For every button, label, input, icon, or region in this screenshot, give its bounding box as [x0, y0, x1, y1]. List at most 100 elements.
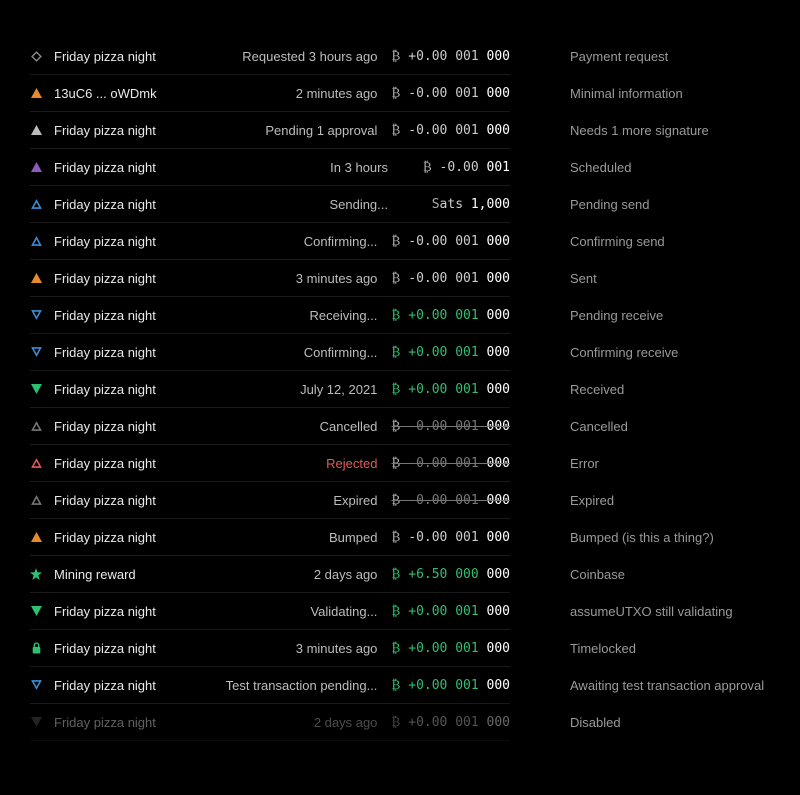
state-label: Needs 1 more signature	[570, 112, 780, 149]
transaction-amount: ₿ -0.00 001 000	[391, 270, 510, 286]
transaction-row[interactable]: Friday pizza nightCancelled₿ -0.00 001 0…	[30, 408, 510, 445]
transaction-title: Friday pizza night	[54, 715, 156, 730]
transaction-status: Sending...	[329, 197, 402, 212]
state-label: Received	[570, 371, 780, 408]
state-label: Confirming send	[570, 223, 780, 260]
transaction-row[interactable]: 13uC6 ... oWDmk 2 minutes ago₿ -0.00 001 …	[30, 75, 510, 112]
transaction-row[interactable]: Friday pizza night Rejected₿ -0.00 001 00…	[30, 445, 510, 482]
triangle-down-outline-icon	[30, 309, 42, 321]
state-label: Pending receive	[570, 297, 780, 334]
state-label: Awaiting test transaction approval	[570, 667, 780, 704]
transaction-amount: ₿ +0.00 001 000	[391, 344, 510, 360]
state-label: Disabled	[570, 704, 780, 741]
transaction-amount: ₿ -0.00 001 000	[391, 455, 510, 471]
transaction-title: Friday pizza night	[54, 641, 156, 656]
transaction-title: Friday pizza night	[54, 456, 156, 471]
lock-icon	[30, 642, 42, 654]
transaction-status: Expired	[333, 493, 391, 508]
transaction-row[interactable]: Friday pizza night Sending...Sats 1,000	[30, 186, 510, 223]
transaction-status: Receiving...	[310, 308, 392, 323]
triangle-up-outline-icon	[30, 494, 42, 506]
transaction-title: Friday pizza night	[54, 234, 156, 249]
triangle-up-icon	[30, 272, 42, 284]
triangle-up-icon	[30, 531, 42, 543]
transaction-row[interactable]: Friday pizza night Expired₿ -0.00 001 000	[30, 482, 510, 519]
transaction-row[interactable]: Friday pizza night Receiving...₿ +0.00 00…	[30, 297, 510, 334]
triangle-down-icon	[30, 383, 42, 395]
transaction-amount: ₿ -0.00 001 000	[391, 492, 510, 508]
state-label: Timelocked	[570, 630, 780, 667]
transaction-title: Friday pizza night	[54, 197, 156, 212]
transaction-row[interactable]: Friday pizza nightConfirming...₿ +0.00 0…	[30, 334, 510, 371]
transaction-status: 3 minutes ago	[296, 641, 392, 656]
star-icon	[30, 568, 42, 580]
transaction-status: 2 minutes ago	[296, 86, 392, 101]
transaction-row[interactable]: Friday pizza night3 minutes ago₿ +0.00 0…	[30, 630, 510, 667]
state-label: Coinbase	[570, 556, 780, 593]
transaction-title: Friday pizza night	[54, 493, 156, 508]
transaction-title: Friday pizza night	[54, 604, 156, 619]
state-label: Error	[570, 445, 780, 482]
triangle-up-outline-icon	[30, 198, 42, 210]
transaction-title: Friday pizza night	[54, 123, 156, 138]
triangle-up-icon	[30, 87, 42, 99]
transaction-row[interactable]: Mining reward2 days ago₿ +6.50 000 000	[30, 556, 510, 593]
state-label: Minimal information	[570, 75, 780, 112]
transaction-status: In 3 hours	[330, 160, 402, 175]
transaction-status: Validating...	[310, 604, 391, 619]
transaction-row[interactable]: Friday pizza nightJuly 12, 2021₿ +0.00 0…	[30, 371, 510, 408]
triangle-up-outline-icon	[30, 235, 42, 247]
triangle-up-outline-icon	[30, 420, 42, 432]
transaction-title: Friday pizza night	[54, 530, 156, 545]
transaction-row[interactable]: Friday pizza night Validating...₿ +0.00 0…	[30, 593, 510, 630]
transaction-amount: ₿ +0.00 001 000	[391, 307, 510, 323]
transaction-status: Test transaction pending...	[226, 678, 392, 693]
triangle-down-icon	[30, 605, 42, 617]
state-label: Payment request	[570, 38, 780, 75]
transaction-title: Friday pizza night	[54, 308, 156, 323]
transaction-amount: ₿ -0.00 001 000	[391, 85, 510, 101]
transaction-row[interactable]: Friday pizza nightPending 1 approval₿ -0…	[30, 112, 510, 149]
transaction-amount: ₿ -0.00 001 000	[391, 233, 510, 249]
transaction-row[interactable]: Friday pizza night Requested 3 hours ago₿…	[30, 38, 510, 75]
transaction-status: Pending 1 approval	[265, 123, 391, 138]
transaction-title: Friday pizza night	[54, 160, 156, 175]
transaction-status: Confirming...	[304, 234, 392, 249]
triangle-down-outline-icon	[30, 346, 42, 358]
state-label: Scheduled	[570, 149, 780, 186]
transaction-status: 2 days ago	[314, 567, 392, 582]
transaction-row[interactable]: Friday pizza nightTest transaction pendi…	[30, 667, 510, 704]
transaction-amount: ₿ +0.00 001 000	[391, 381, 510, 397]
transaction-status: July 12, 2021	[300, 382, 391, 397]
transaction-title: Friday pizza night	[54, 49, 156, 64]
transaction-list: Friday pizza nightRequested 3 hours ago₿…	[30, 38, 510, 741]
transaction-row[interactable]: Friday pizza night3 minutes ago₿ -0.00 0…	[30, 260, 510, 297]
transaction-status: Rejected	[326, 456, 391, 471]
transaction-amount: ₿ +0.00 001 000	[391, 603, 510, 619]
diamond-outline-icon	[30, 50, 42, 62]
triangle-down-outline-icon	[30, 679, 42, 691]
transaction-row[interactable]: Friday pizza nightIn 3 hours₿ -0.00 001	[30, 149, 510, 186]
triangle-down-icon	[30, 716, 42, 728]
transaction-amount: Sats 1,000	[402, 197, 510, 212]
transaction-amount: ₿ -0.00 001 000	[391, 418, 510, 434]
transaction-row[interactable]: Friday pizza nightBumped₿ -0.00 001 000	[30, 519, 510, 556]
transaction-status: 2 days ago	[314, 715, 392, 730]
state-label: Pending send	[570, 186, 780, 223]
transaction-status: Bumped	[329, 530, 391, 545]
state-label-list: Payment requestMinimal informationNeeds …	[510, 38, 780, 741]
transaction-status: Requested 3 hours ago	[242, 49, 391, 64]
state-label: Expired	[570, 482, 780, 519]
transaction-title: Friday pizza night	[54, 271, 156, 286]
state-label: Confirming receive	[570, 334, 780, 371]
triangle-up-icon	[30, 124, 42, 136]
transaction-row[interactable]: Friday pizza night Confirming...₿ -0.00 0…	[30, 223, 510, 260]
state-label: Bumped (is this a thing?)	[570, 519, 780, 556]
transaction-status: Confirming...	[304, 345, 392, 360]
transaction-amount: ₿ +0.00 001 000	[391, 48, 510, 64]
transaction-amount: ₿ +0.00 001 000	[391, 714, 510, 730]
transaction-title: 13uC6 ... oWDmk	[54, 86, 157, 101]
state-label: assumeUTXO still validating	[570, 593, 780, 630]
state-label: Cancelled	[570, 408, 780, 445]
transaction-row[interactable]: Friday pizza night 2 days ago₿ +0.00 001 …	[30, 704, 510, 741]
